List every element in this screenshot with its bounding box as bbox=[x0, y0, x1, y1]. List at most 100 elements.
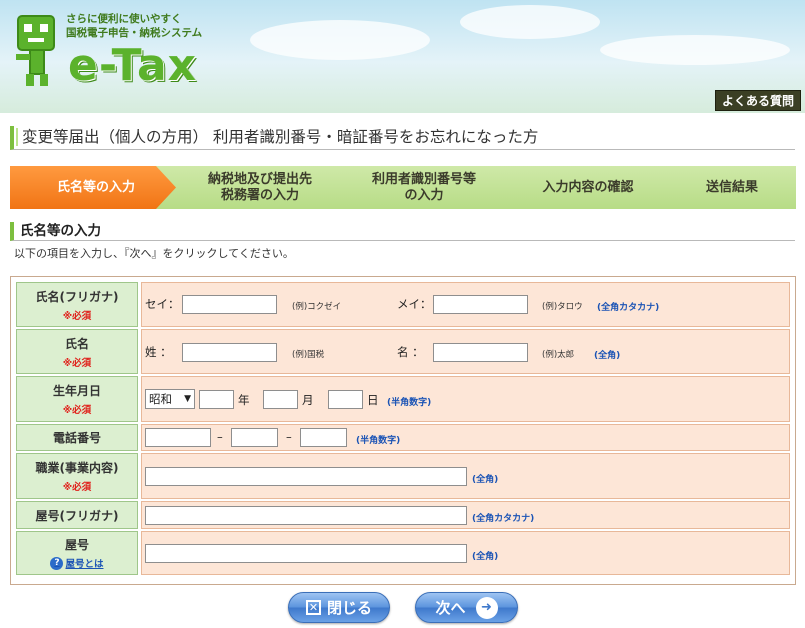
label-text: 職業(事業内容) bbox=[35, 461, 119, 475]
dropdown-arrow-icon: ▼ bbox=[184, 394, 191, 404]
phone-separator: – bbox=[286, 430, 292, 444]
birth-month-input[interactable] bbox=[263, 390, 298, 409]
format-hint: (全角カタカナ) bbox=[472, 514, 535, 524]
site-tagline: さらに便利に使いやすく 国税電子申告・納税システム bbox=[66, 12, 202, 40]
section-title: 氏名等の入力 bbox=[10, 222, 795, 241]
tagline-line: さらに便利に使いやすく bbox=[66, 13, 182, 25]
step-label: 氏名等の入力 bbox=[56, 179, 135, 195]
example-text: (例)タロウ bbox=[542, 302, 583, 312]
form-row-occupation: 職業(事業内容) ※必須 (全角) bbox=[16, 453, 790, 499]
page-title: 変更等届出（個人の方用） 利用者識別番号・暗証番号をお忘れになった方 bbox=[10, 126, 795, 150]
arrow-right-icon: ➜ bbox=[475, 596, 498, 619]
progress-steps: 氏名等の入力 納税地及び提出先 税務署の入力 利用者識別番号等 の入力 入力内容… bbox=[10, 166, 796, 209]
form-row-phone: 電話番号 – – (半角数字) bbox=[16, 424, 790, 451]
field-label: 氏名 ※必須 bbox=[16, 329, 138, 374]
label-text: 生年月日 bbox=[52, 384, 101, 398]
required-badge: ※必須 bbox=[62, 310, 92, 322]
field-area: セイ： (例)コクゼイ メイ： (例)タロウ (全角カタカナ) bbox=[141, 282, 790, 327]
next-button-label: 次へ bbox=[435, 599, 466, 617]
name-mei-input[interactable] bbox=[433, 343, 528, 362]
instruction-text: 以下の項目を入力し、『次へ』をクリックしてください。 bbox=[14, 247, 294, 260]
unit-label: 月 bbox=[302, 393, 314, 407]
sei-label: 姓 ： bbox=[145, 345, 172, 359]
required-badge: ※必須 bbox=[62, 405, 92, 416]
step-label: 入力内容の確認 bbox=[542, 179, 634, 195]
example-text: (例)コクゼイ bbox=[292, 302, 342, 312]
next-button[interactable]: 次へ ➜ bbox=[415, 592, 518, 623]
field-area: (全角) bbox=[141, 453, 790, 499]
step-label: 送信結果 bbox=[705, 179, 758, 195]
etax-mascot-icon bbox=[16, 15, 55, 86]
era-select[interactable]: 昭和 ▼ bbox=[145, 389, 195, 409]
close-button-label: 閉じる bbox=[326, 599, 372, 617]
tagline-line: 国税電子申告・納税システム bbox=[66, 27, 203, 39]
help-link-text: 屋号とは bbox=[65, 559, 104, 570]
mei-label: 名 ： bbox=[397, 345, 424, 359]
form-row-shop-furigana: 屋号(フリガナ) (全角カタカナ) bbox=[16, 501, 790, 529]
required-badge: ※必須 bbox=[62, 357, 92, 369]
mei-label: メイ： bbox=[397, 297, 432, 311]
example-text: (例)国税 bbox=[292, 350, 325, 360]
label-text: 屋号(フリガナ) bbox=[35, 508, 119, 523]
step-tax-office-input: 納税地及び提出先 税務署の入力 bbox=[156, 166, 344, 209]
site-header: さらに便利に使いやすく 国税電子申告・納税システム e-Tax よくある質問 bbox=[0, 0, 805, 113]
step-name-input: 氏名等の入力 bbox=[10, 166, 182, 209]
birth-year-input[interactable] bbox=[199, 390, 234, 409]
birth-day-input[interactable] bbox=[328, 390, 363, 409]
close-button[interactable]: ✕ 閉じる bbox=[288, 592, 390, 623]
field-area: (全角カタカナ) bbox=[141, 501, 790, 529]
occupation-input[interactable] bbox=[145, 467, 467, 486]
step-user-id-input: 利用者識別番号等 の入力 bbox=[320, 166, 508, 209]
step-label: 利用者識別番号等 の入力 bbox=[371, 171, 476, 203]
format-hint: (半角数字) bbox=[356, 436, 401, 446]
format-hint: (全角) bbox=[472, 475, 499, 485]
step-confirm: 入力内容の確認 bbox=[484, 166, 672, 209]
step-label: 納税地及び提出先 税務署の入力 bbox=[207, 171, 312, 203]
field-label: 屋号 ? 屋号とは bbox=[16, 531, 138, 575]
phone-part1-input[interactable] bbox=[145, 428, 211, 447]
label-text: 電話番号 bbox=[52, 431, 101, 445]
shop-furigana-input[interactable] bbox=[145, 506, 467, 525]
phone-separator: – bbox=[217, 430, 223, 444]
form-row-birthdate: 生年月日 ※必須 昭和 ▼ 年 月 日 (半角数字) bbox=[16, 376, 790, 422]
faq-button[interactable]: よくある質問 bbox=[714, 90, 801, 111]
form-row-shop: 屋号 ? 屋号とは (全角) bbox=[16, 531, 790, 575]
label-text: 屋号 bbox=[64, 538, 89, 552]
shop-name-input[interactable] bbox=[145, 544, 467, 563]
field-label: 屋号(フリガナ) bbox=[16, 501, 138, 529]
label-text: 氏名(フリガナ) bbox=[35, 289, 119, 304]
form-row-furigana: 氏名(フリガナ) ※必須 セイ： (例)コクゼイ メイ： (例)タロウ (全角カ… bbox=[16, 282, 790, 327]
phone-part3-input[interactable] bbox=[300, 428, 347, 447]
era-selected-value: 昭和 bbox=[149, 392, 172, 406]
question-icon: ? bbox=[50, 556, 64, 570]
cloud-decoration bbox=[600, 35, 790, 65]
required-badge: ※必須 bbox=[62, 482, 92, 493]
field-label: 氏名(フリガナ) ※必須 bbox=[16, 282, 138, 327]
shop-help-link[interactable]: ? 屋号とは bbox=[50, 556, 104, 570]
cloud-decoration bbox=[460, 5, 600, 39]
field-area: – – (半角数字) bbox=[141, 424, 790, 451]
format-hint: (全角) bbox=[472, 552, 499, 562]
example-text: (例)太郎 bbox=[542, 350, 575, 360]
etax-logo[interactable]: e-Tax bbox=[68, 40, 197, 91]
form-row-name: 氏名 ※必須 姓 ： (例)国税 名 ： (例)太郎 (全角) bbox=[16, 329, 790, 374]
sei-label: セイ： bbox=[145, 297, 180, 311]
furigana-mei-input[interactable] bbox=[433, 295, 528, 314]
unit-label: 日 bbox=[367, 393, 379, 407]
field-area: 昭和 ▼ 年 月 日 (半角数字) bbox=[141, 376, 790, 422]
name-sei-input[interactable] bbox=[182, 343, 277, 362]
field-area: (全角) bbox=[141, 531, 790, 575]
format-hint: (全角カタカナ) bbox=[597, 303, 660, 313]
furigana-sei-input[interactable] bbox=[182, 295, 277, 314]
field-area: 姓 ： (例)国税 名 ： (例)太郎 (全角) bbox=[141, 329, 790, 374]
phone-part2-input[interactable] bbox=[231, 428, 278, 447]
field-label: 職業(事業内容) ※必須 bbox=[16, 453, 138, 499]
cloud-decoration bbox=[250, 20, 430, 60]
field-label: 生年月日 ※必須 bbox=[16, 376, 138, 422]
input-form: 氏名(フリガナ) ※必須 セイ： (例)コクゼイ メイ： (例)タロウ (全角カ… bbox=[10, 276, 796, 585]
unit-label: 年 bbox=[238, 393, 250, 407]
field-label: 電話番号 bbox=[16, 424, 138, 451]
format-hint: (半角数字) bbox=[387, 398, 432, 408]
close-icon: ✕ bbox=[305, 600, 321, 615]
step-result: 送信結果 bbox=[648, 166, 796, 209]
